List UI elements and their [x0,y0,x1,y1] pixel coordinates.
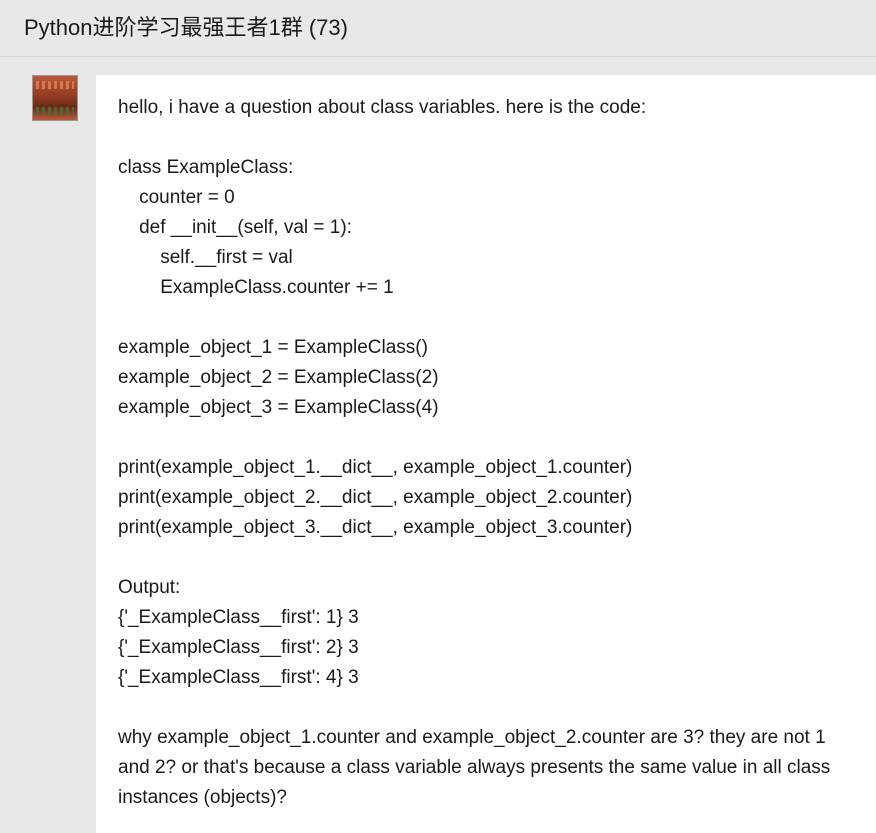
output-line: {'_ExampleClass__first': 2} 3 [118,633,854,663]
code-line: self.__first = val [118,243,854,273]
group-title: Python进阶学习最强王者1群 (73) [24,15,348,40]
blank-line [118,693,854,723]
output-line: {'_ExampleClass__first': 4} 3 [118,663,854,693]
chat-header: Python进阶学习最强王者1群 (73) [0,0,876,57]
code-line: counter = 0 [118,183,854,213]
group-name: Python进阶学习最强王者1群 [24,15,303,40]
code-line: print(example_object_1.__dict__, example… [118,453,854,483]
message-question: why example_object_1.counter and example… [118,723,854,813]
message-bubble: hello, i have a question about class var… [96,75,876,833]
member-count: (73) [309,15,348,40]
code-line: print(example_object_2.__dict__, example… [118,483,854,513]
code-line: class ExampleClass: [118,153,854,183]
blank-line [118,123,854,153]
code-line: def __init__(self, val = 1): [118,213,854,243]
output-line: {'_ExampleClass__first': 1} 3 [118,603,854,633]
output-label: Output: [118,573,854,603]
code-line: print(example_object_3.__dict__, example… [118,513,854,543]
blank-line [118,303,854,333]
code-line: example_object_1 = ExampleClass() [118,333,854,363]
message-intro: hello, i have a question about class var… [118,93,854,123]
code-line: example_object_2 = ExampleClass(2) [118,363,854,393]
code-line: ExampleClass.counter += 1 [118,273,854,303]
chat-area: hello, i have a question about class var… [0,57,876,833]
avatar[interactable] [32,75,78,121]
blank-line [118,423,854,453]
blank-line [118,543,854,573]
code-line: example_object_3 = ExampleClass(4) [118,393,854,423]
